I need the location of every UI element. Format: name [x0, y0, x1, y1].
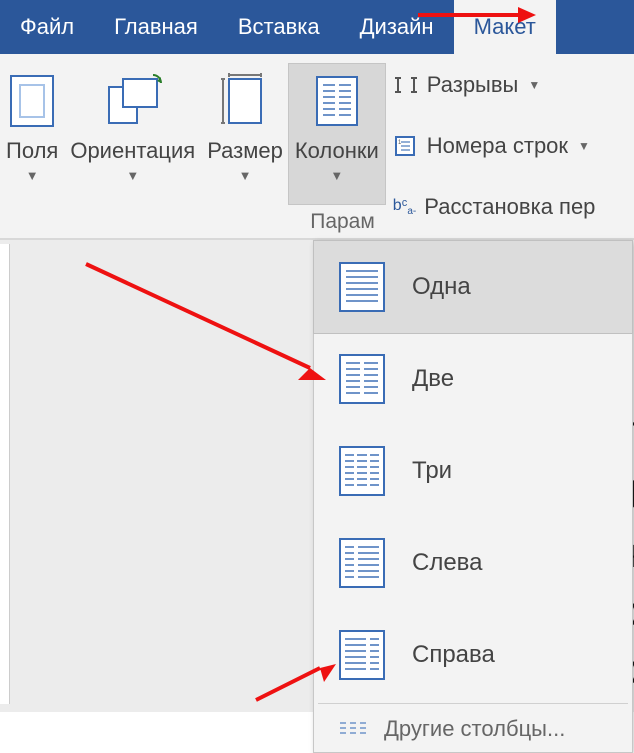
dropdown-caret-icon: ▼ — [26, 168, 39, 183]
tab-design[interactable]: Дизайн — [340, 0, 454, 54]
columns-dropdown: Одна Две Три Слева Справа — [313, 240, 633, 753]
margins-icon — [8, 68, 56, 134]
dropdown-caret-icon: ▼ — [239, 168, 252, 183]
columns-one-label: Одна — [412, 273, 471, 301]
columns-right-label: Справа — [412, 641, 495, 669]
ribbon-tabs: Файл Главная Вставка Дизайн Макет — [0, 0, 634, 54]
margins-button[interactable]: Поля ▼ — [0, 64, 64, 204]
columns-label: Колонки — [295, 138, 379, 164]
dropdown-caret-icon: ▼ — [126, 168, 139, 183]
tab-file[interactable]: Файл — [0, 0, 94, 54]
orientation-button[interactable]: Ориентация ▼ — [64, 64, 201, 204]
columns-left-icon — [338, 537, 386, 589]
orientation-icon — [103, 68, 163, 134]
more-columns-icon — [338, 719, 368, 739]
columns-option-three[interactable]: Три — [314, 425, 632, 517]
columns-two-icon — [338, 353, 386, 405]
breaks-label: Разрывы — [427, 72, 519, 98]
columns-option-left[interactable]: Слева — [314, 517, 632, 609]
breaks-button[interactable]: Разрывы ▼ — [393, 72, 596, 98]
columns-one-icon — [338, 261, 386, 313]
line-numbers-label: Номера строк — [427, 133, 568, 159]
page-setup-secondary: Разрывы ▼ 1 Номера строк ▼ bᶜa- Расстано… — [385, 54, 604, 238]
hyphenation-button[interactable]: bᶜa- Расстановка пер — [393, 194, 596, 220]
line-numbers-button[interactable]: 1 Номера строк ▼ — [393, 133, 596, 159]
columns-option-one[interactable]: Одна — [314, 241, 632, 333]
columns-three-label: Три — [412, 457, 452, 485]
tab-home[interactable]: Главная — [94, 0, 218, 54]
columns-option-more[interactable]: Другие столбцы... — [314, 706, 632, 752]
breaks-icon — [393, 74, 419, 96]
size-button[interactable]: Размер ▼ — [201, 64, 289, 204]
more-columns-label: Другие столбцы... — [384, 716, 565, 742]
tab-insert[interactable]: Вставка — [218, 0, 340, 54]
group-label-text: Парам — [310, 210, 375, 234]
hyphenation-icon: bᶜa- — [393, 197, 416, 217]
hyphenation-label: Расстановка пер — [424, 194, 595, 220]
columns-left-label: Слева — [412, 549, 483, 577]
tab-layout[interactable]: Макет — [454, 0, 556, 54]
orientation-label: Ориентация — [70, 138, 195, 164]
columns-icon — [313, 68, 361, 134]
dropdown-caret-icon: ▼ — [528, 78, 540, 92]
dropdown-caret-icon: ▼ — [330, 168, 343, 183]
page-edge — [0, 244, 10, 704]
columns-option-two[interactable]: Две — [314, 333, 632, 425]
columns-option-right[interactable]: Справа — [314, 609, 632, 701]
menu-separator — [318, 703, 628, 704]
ribbon: Поля ▼ Ориентация ▼ — [0, 54, 634, 240]
size-icon — [219, 68, 271, 134]
group-label-page-setup: Парам — [0, 204, 385, 238]
line-numbers-icon: 1 — [393, 135, 419, 157]
columns-button[interactable]: Колонки ▼ — [289, 64, 385, 204]
columns-three-icon — [338, 445, 386, 497]
columns-right-icon — [338, 629, 386, 681]
margins-label: Поля — [6, 138, 58, 164]
dropdown-caret-icon: ▼ — [578, 139, 590, 153]
columns-two-label: Две — [412, 365, 454, 393]
page-setup-group: Поля ▼ Ориентация ▼ — [0, 54, 385, 238]
size-label: Размер — [207, 138, 283, 164]
